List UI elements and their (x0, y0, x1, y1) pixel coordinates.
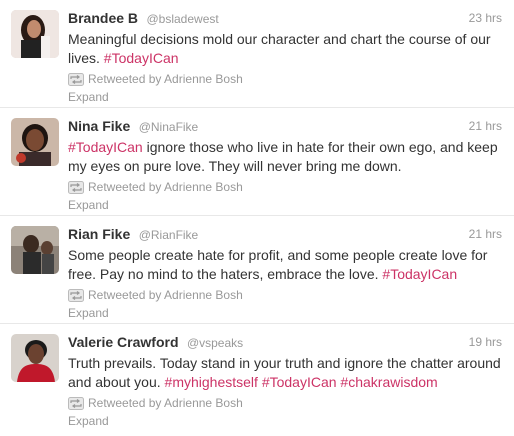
retweeted-by[interactable]: Retweeted by Adrienne Bosh (88, 180, 243, 194)
timestamp[interactable]: 21 hrs (469, 224, 502, 244)
avatar[interactable] (11, 334, 59, 382)
tweet-text: Meaningful decisions mold our character … (68, 30, 502, 68)
timestamp[interactable]: 23 hrs (469, 8, 502, 28)
tweet-text: Some people create hate for profit, and … (68, 246, 502, 284)
tweet-item[interactable]: Valerie Crawford @vspeaks 19 hrs Truth p… (0, 324, 514, 432)
timestamp[interactable]: 21 hrs (469, 116, 502, 136)
avatar[interactable] (11, 226, 59, 274)
retweeted-by[interactable]: Retweeted by Adrienne Bosh (88, 72, 243, 86)
hashtag-link[interactable]: #TodayICan (262, 374, 337, 390)
fullname[interactable]: Brandee B (68, 10, 138, 26)
avatar[interactable] (11, 10, 59, 58)
tweet-item[interactable]: Nina Fike @NinaFike 21 hrs #TodayICan ig… (0, 108, 514, 216)
tweet-header: Valerie Crawford @vspeaks 19 hrs (68, 332, 502, 352)
timestamp[interactable]: 19 hrs (469, 332, 502, 352)
hashtag-link[interactable]: #TodayICan (68, 139, 143, 155)
tweet-content: Nina Fike @NinaFike 21 hrs #TodayICan ig… (68, 116, 502, 214)
tweet-item[interactable]: Rian Fike @RianFike 21 hrs Some people c… (0, 216, 514, 324)
tweet-text: #TodayICan ignore those who live in hate… (68, 138, 502, 176)
retweeted-by[interactable]: Retweeted by Adrienne Bosh (88, 396, 243, 410)
retweet-context: Retweeted by Adrienne Bosh (68, 178, 502, 196)
retweet-context: Retweeted by Adrienne Bosh (68, 394, 502, 412)
tweet-content: Rian Fike @RianFike 21 hrs Some people c… (68, 224, 502, 322)
fullname[interactable]: Valerie Crawford (68, 334, 179, 350)
retweet-context: Retweeted by Adrienne Bosh (68, 286, 502, 304)
tweet-header: Brandee B @bsladewest 23 hrs (68, 8, 502, 28)
fullname[interactable]: Rian Fike (68, 226, 130, 242)
retweet-context: Retweeted by Adrienne Bosh (68, 70, 502, 88)
avatar[interactable] (11, 118, 59, 166)
expand-link[interactable]: Expand (68, 304, 502, 322)
retweeted-by[interactable]: Retweeted by Adrienne Bosh (88, 288, 243, 302)
hashtag-link[interactable]: #TodayICan (382, 266, 457, 282)
username[interactable]: @vspeaks (187, 336, 243, 350)
hashtag-link[interactable]: #TodayICan (104, 50, 179, 66)
expand-link[interactable]: Expand (68, 88, 502, 106)
fullname[interactable]: Nina Fike (68, 118, 130, 134)
tweet-feed: Brandee B @bsladewest 23 hrs Meaningful … (0, 0, 514, 432)
tweet-content: Valerie Crawford @vspeaks 19 hrs Truth p… (68, 332, 502, 430)
expand-link[interactable]: Expand (68, 196, 502, 214)
username[interactable]: @RianFike (139, 228, 199, 242)
hashtag-link[interactable]: #chakrawisdom (340, 374, 437, 390)
expand-link[interactable]: Expand (68, 412, 502, 430)
tweet-header: Rian Fike @RianFike 21 hrs (68, 224, 502, 244)
username[interactable]: @bsladewest (146, 12, 218, 26)
tweet-header: Nina Fike @NinaFike 21 hrs (68, 116, 502, 136)
username[interactable]: @NinaFike (139, 120, 199, 134)
tweet-content: Brandee B @bsladewest 23 hrs Meaningful … (68, 8, 502, 106)
hashtag-link[interactable]: #myhighestself (165, 374, 258, 390)
tweet-text: Truth prevails. Today stand in your trut… (68, 354, 502, 392)
tweet-item[interactable]: Brandee B @bsladewest 23 hrs Meaningful … (0, 0, 514, 108)
